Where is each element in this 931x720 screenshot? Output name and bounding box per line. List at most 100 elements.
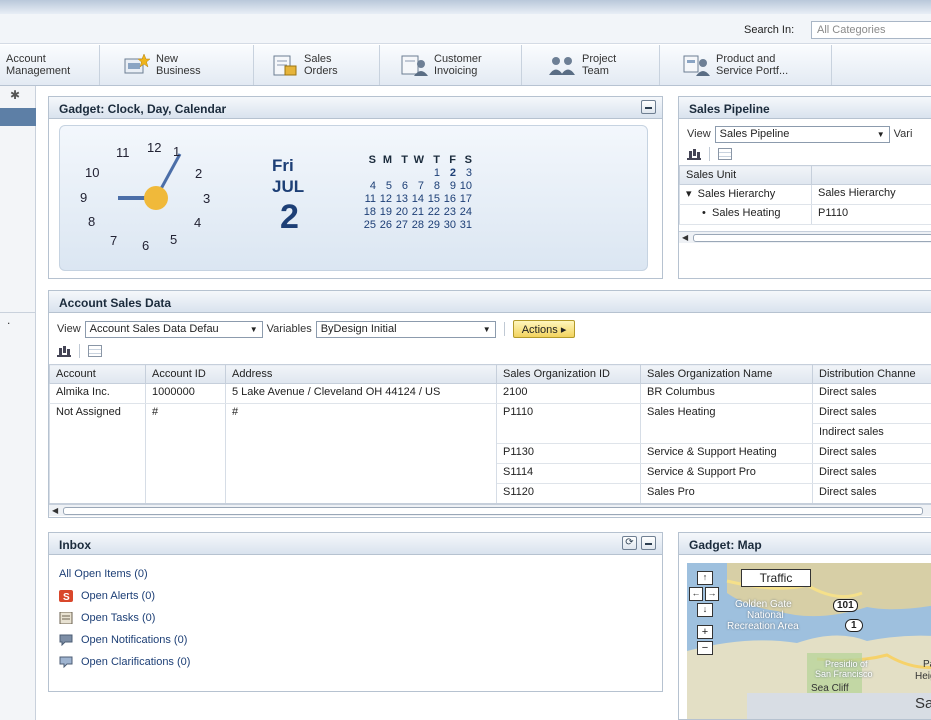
table-row[interactable]: Almika Inc. 1000000 5 Lake Avenue / Clevel… [49,383,931,404]
table-view-icon[interactable] [718,148,732,160]
calendar-day[interactable]: 25 [360,219,376,232]
refresh-button[interactable]: ⟳ [622,536,637,550]
nav-project-team[interactable]: Project Team [548,45,660,85]
inbox-item-label[interactable]: Open Alerts (0) [81,590,155,602]
calendar-day[interactable]: 2 [440,167,456,180]
inbox-item-label[interactable]: Open Tasks (0) [81,612,155,624]
calendar-day[interactable]: 27 [392,219,408,232]
inbox-open-tasks[interactable]: Open Tasks (0) [59,607,190,629]
calendar-day[interactable]: 13 [392,193,408,206]
column-header[interactable]: Sales Organization Name [640,364,813,384]
calendar-day[interactable]: 28 [408,219,424,232]
chart-view-icon[interactable] [687,148,701,160]
calendar-day[interactable]: 3 [456,167,472,180]
inbox-open-notifications[interactable]: Open Notifications (0) [59,629,190,651]
calendar-day[interactable]: 11 [360,193,376,206]
task-icon [59,612,73,624]
calendar-day[interactable]: 19 [376,206,392,219]
minimize-button[interactable] [641,536,656,550]
calendar-day[interactable]: 22 [424,206,440,219]
account-sales-icon-toolbar [49,342,931,360]
dropdown-value: Sales Pipeline [719,128,790,140]
calendar-day[interactable]: 21 [408,206,424,219]
scroll-left-icon[interactable]: ◀ [52,506,58,515]
column-header[interactable]: Sales Unit [679,165,812,185]
calendar-day[interactable]: 10 [456,180,472,193]
inbox-item-label[interactable]: Open Clarifications (0) [81,656,190,668]
pan-up-icon[interactable]: ↑ [697,571,713,585]
collapse-icon[interactable]: ▾ [686,188,692,200]
inbox-all-open-items[interactable]: All Open Items (0) [59,563,190,585]
calendar-day[interactable]: 26 [376,219,392,232]
column-header[interactable]: Account ID [145,364,226,384]
calendar-day[interactable]: 30 [440,219,456,232]
column-header[interactable] [811,165,931,185]
calendar-day[interactable]: 23 [440,206,456,219]
table-row[interactable]: Indirect sales [49,423,931,444]
table-row[interactable]: P1130 Service & Support Heating Direct sal… [49,443,931,464]
inbox-open-clarifications[interactable]: Open Clarifications (0) [59,651,190,673]
scrollbar-thumb[interactable] [693,234,931,242]
pipeline-view-dropdown[interactable]: Sales Pipeline ▼ [714,125,890,143]
pan-down-icon[interactable]: ↓ [697,603,713,617]
calendar-day[interactable]: 7 [408,180,424,193]
scrollbar-thumb[interactable] [63,507,923,515]
inbox-item-label[interactable]: All Open Items (0) [59,568,148,580]
map-view[interactable]: ↑ ← → ↓ + − Traffic Golden Gate National… [687,563,931,719]
calendar-day[interactable]: 9 [440,180,456,193]
column-header[interactable]: Sales Organization ID [496,364,641,384]
calendar-day[interactable]: 31 [456,219,472,232]
clarification-icon [59,656,73,668]
nav-account-management[interactable]: Account Management [0,45,100,85]
inbox-item-label[interactable]: Open Notifications (0) [81,634,187,646]
table-row[interactable]: S1114 Service & Support Pro Direct sales [49,463,931,484]
table-row[interactable]: Not Assigned # # P1110 Sales Heating Direct s… [49,403,931,424]
minimize-button[interactable] [641,100,656,114]
pan-left-icon[interactable]: ← [689,587,703,601]
table-row[interactable]: • Sales Heating P1110 [679,204,931,225]
calendar-day[interactable]: 14 [408,193,424,206]
column-header[interactable]: Address [225,364,497,384]
traffic-button[interactable]: Traffic [741,569,811,587]
calendar-day[interactable]: 12 [376,193,392,206]
account-sales-horizontal-scrollbar[interactable]: ◀ [49,504,931,516]
column-header[interactable]: Account [49,364,146,384]
search-category-dropdown[interactable]: All Categories [811,21,931,39]
calendar-day[interactable]: 5 [376,180,392,193]
calendar-day[interactable]: 15 [424,193,440,206]
pan-right-icon[interactable]: → [705,587,719,601]
rail-selected-item[interactable] [0,108,36,126]
table-row[interactable]: S1120 Sales Pro Direct sales [49,483,931,504]
actions-button[interactable]: Actions ▸ [512,320,576,338]
account-sales-view-dropdown[interactable]: Account Sales Data Defau ▼ [84,320,263,338]
calendar-day[interactable]: 17 [456,193,472,206]
calendar-day[interactable]: 8 [424,180,440,193]
table-row[interactable]: ▾ Sales Hierarchy Sales Hierarchy [679,184,931,205]
chart-view-icon[interactable] [57,345,71,357]
zoom-out-icon[interactable]: − [697,641,713,655]
inbox-open-alerts[interactable]: S Open Alerts (0) [59,585,190,607]
calendar-day[interactable]: 1 [424,167,440,180]
calendar-day[interactable]: 16 [440,193,456,206]
calendar-day[interactable]: 20 [392,206,408,219]
calendar-day[interactable]: 6 [392,180,408,193]
nav-sales-orders[interactable]: Sales Orders [270,45,380,85]
nav-customer-invoicing[interactable]: Customer Invoicing [400,45,522,85]
zoom-in-icon[interactable]: + [697,625,713,639]
pipeline-horizontal-scrollbar[interactable]: ◀ [679,231,931,243]
separator [79,344,80,358]
column-header[interactable]: Distribution Channe [812,364,931,384]
pin-icon[interactable]: ✱ [10,88,20,102]
weekday-label: M [382,154,392,166]
table-cell: S1114 [496,463,641,484]
calendar-day[interactable]: 18 [360,206,376,219]
variables-dropdown[interactable]: ByDesign Initial ▼ [315,320,496,338]
calendar-day[interactable]: 29 [424,219,440,232]
table-view-icon[interactable] [88,345,102,357]
scroll-left-icon[interactable]: ◀ [682,233,688,242]
calendar-day[interactable]: 4 [360,180,376,193]
nav-product-service-portfolio[interactable]: Product and Service Portf... [682,45,832,85]
nav-new-business[interactable]: New Business [122,45,254,85]
sales-orders-icon [273,55,297,76]
calendar-day[interactable]: 24 [456,206,472,219]
